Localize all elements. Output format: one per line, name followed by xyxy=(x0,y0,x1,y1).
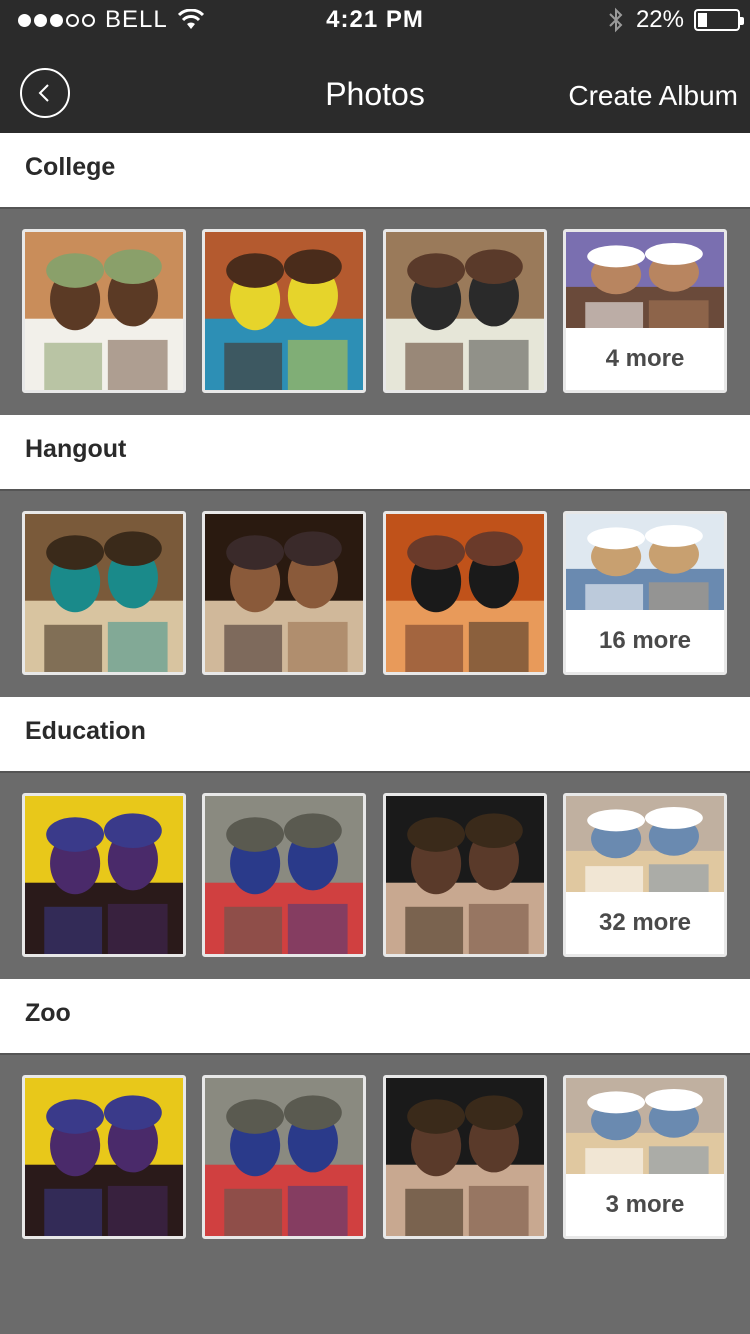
photo-thumbnail[interactable] xyxy=(202,229,366,393)
more-photos-tile[interactable]: 4 more xyxy=(563,229,727,393)
photo-thumbnail[interactable] xyxy=(383,793,547,957)
more-count-label: 3 more xyxy=(605,1191,685,1218)
photo-thumbnail[interactable] xyxy=(202,793,366,957)
battery-level-fill xyxy=(698,13,708,27)
bluetooth-icon xyxy=(609,7,623,33)
photo-graduate-in-doorway xyxy=(205,796,363,954)
more-photos-tile[interactable]: 16 more xyxy=(563,511,727,675)
status-right: 22% xyxy=(606,6,744,34)
more-count-label: 16 more xyxy=(598,627,692,654)
photo-couple-sunglasses xyxy=(205,514,363,672)
album-photo-row: 32 more xyxy=(0,773,750,979)
photo-thumbnail[interactable] xyxy=(22,511,186,675)
photo-graduates-selfie xyxy=(386,796,544,954)
photo-thumbnail[interactable] xyxy=(22,793,186,957)
more-count-bar: 3 more xyxy=(566,1174,724,1236)
album-title: Hangout xyxy=(25,435,127,463)
album-photo-row: 4 more xyxy=(0,209,750,415)
photo-two-women-smiling xyxy=(25,232,183,390)
photo-thumbnail[interactable] xyxy=(202,511,366,675)
photo-students-in-class xyxy=(566,796,724,896)
more-count-bar: 32 more xyxy=(566,892,724,954)
album-photo-row: 3 more xyxy=(0,1055,750,1261)
more-count-label: 32 more xyxy=(598,909,692,936)
battery-percentage: 22% xyxy=(635,6,684,33)
album-header[interactable]: Zoo xyxy=(0,979,750,1055)
photo-friends-selfie xyxy=(25,514,183,672)
photo-two-young-men xyxy=(205,232,363,390)
more-count-label: 4 more xyxy=(605,345,685,372)
more-count-bar: 16 more xyxy=(566,610,724,672)
album-header[interactable]: Education xyxy=(0,697,750,773)
album-title: College xyxy=(25,153,116,181)
photo-friends-at-movie xyxy=(386,514,544,672)
photo-thumbnail[interactable] xyxy=(383,1075,547,1239)
navigation-bar: Photos Create Album xyxy=(0,40,750,133)
album-title: Education xyxy=(25,717,146,745)
photo-students-in-class xyxy=(566,1078,724,1178)
photo-thumbnail[interactable] xyxy=(383,229,547,393)
more-count-bar: 4 more xyxy=(566,328,724,390)
create-album-button[interactable]: Create Album xyxy=(568,80,738,112)
photo-beach-friends xyxy=(566,514,724,614)
more-photos-tile[interactable]: 32 more xyxy=(563,793,727,957)
album-header[interactable]: College xyxy=(0,133,750,209)
photo-thumbnail[interactable] xyxy=(22,229,186,393)
photo-graduates-yellow xyxy=(25,796,183,954)
battery-tip xyxy=(740,17,744,25)
photo-group-students xyxy=(386,232,544,390)
album-photo-row: 16 more xyxy=(0,491,750,697)
photo-graduates-selfie xyxy=(386,1078,544,1236)
album-header[interactable]: Hangout xyxy=(0,415,750,491)
photo-graduates-yellow xyxy=(25,1078,183,1236)
more-photos-tile[interactable]: 3 more xyxy=(563,1075,727,1239)
battery-icon xyxy=(694,9,744,31)
photo-thumbnail[interactable] xyxy=(202,1075,366,1239)
status-bar: BELL 4:21 PM 22% xyxy=(0,0,750,40)
photo-thumbnail[interactable] xyxy=(383,511,547,675)
photo-thumbnail[interactable] xyxy=(22,1075,186,1239)
album-title: Zoo xyxy=(25,999,71,1027)
photo-graduate-in-doorway xyxy=(205,1078,363,1236)
photo-woman-close-up xyxy=(566,232,724,332)
